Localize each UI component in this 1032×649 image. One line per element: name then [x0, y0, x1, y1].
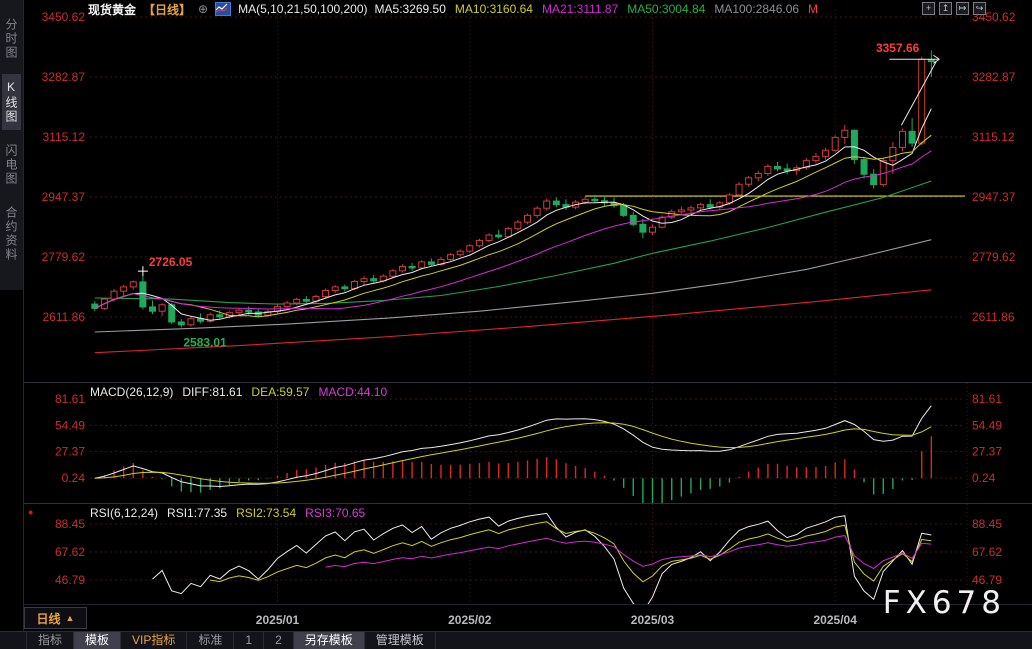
rsi-axis-label-left: 67.62 — [55, 545, 85, 559]
sidebar-item-tab[interactable]: 闪电图 — [2, 138, 21, 192]
ma-legend: MA5:3269.50 MA10:3160.64 MA21:3111.87 MA50:… — [375, 2, 819, 16]
macd-title: MACD(26,12,9) — [90, 385, 173, 399]
date-label: 2025/02 — [448, 613, 491, 627]
ma-legend-value: MA10:3160.64 — [455, 2, 533, 16]
macd-diff-value: DIFF:81.61 — [182, 385, 242, 399]
scale-y-icon[interactable]: ↥ — [939, 2, 952, 15]
macd-header: MACD(26,12,9) DIFF:81.61 DEA:59.57 MACD:… — [90, 385, 387, 399]
y-axis-label-right: 2611.86 — [972, 310, 1015, 324]
toolbar-tab[interactable]: 指标 — [26, 632, 74, 649]
watermark: FX678 — [883, 585, 1006, 621]
toolbar-tab[interactable]: 另存模板 — [294, 632, 365, 649]
ma-legend-value: MA100:2846.06 — [714, 2, 799, 16]
ma-params-label: MA(5,10,21,50,100,200) — [238, 2, 367, 16]
ma-legend-value: MA5:3269.50 — [375, 2, 446, 16]
expand-icon[interactable]: ⊕ — [198, 2, 208, 16]
macd-panel[interactable]: 81.61 81.61 54.49 54.49 27.37 27.37 0.24 0.24 — [24, 383, 1032, 503]
ma-legend-value: MA21:3111.87 — [542, 2, 618, 16]
chart-toolbar-icons: + ↥ ↦ ↪ — [922, 2, 986, 15]
rsi-header: RSI(6,12,24) RSI1:77.35 RSI2:73.54 RSI3:… — [90, 506, 365, 520]
macd-macd-value: MACD:44.10 — [318, 385, 387, 399]
macd-axis-label-right: 81.61 — [972, 392, 1002, 406]
rsi-title: RSI(6,12,24) — [90, 506, 158, 520]
y-axis-label-left: 2779.62 — [42, 250, 86, 264]
price-annotation: 2583.01 — [183, 335, 227, 349]
y-axis-label-left: 3282.87 — [42, 70, 86, 84]
ma-legend-value: M — [808, 2, 818, 16]
macd-axis-label-right: 54.49 — [972, 418, 1002, 432]
chart-type-list: 分时图 K线图闪电图合约资料 — [0, 0, 23, 290]
ma-legend-value: MA50:3004.84 — [627, 2, 705, 16]
toolbar-tab[interactable]: 模板 — [74, 632, 121, 649]
sidebar-item-tab[interactable]: 合约资料 — [2, 200, 21, 268]
rsi-axis-label-left: 88.45 — [55, 517, 85, 531]
y-axis-label-right: 3115.12 — [972, 130, 1015, 144]
rsi2-value: RSI2:73.54 — [236, 506, 296, 520]
y-axis-label-left: 2947.37 — [42, 190, 86, 204]
y-axis-label-right: 2947.37 — [972, 190, 1016, 204]
crosshair-icon[interactable]: + — [922, 2, 935, 15]
y-axis-label-right: 3282.87 — [972, 70, 1016, 84]
chart-type-icon[interactable] — [215, 2, 231, 16]
indicator-dot-icon[interactable]: ● — [28, 507, 33, 517]
scale-x-icon[interactable]: ↦ — [956, 2, 969, 15]
sidebar-item-selected[interactable]: K线图 — [2, 74, 21, 130]
y-axis-label-left: 3450.62 — [42, 10, 86, 24]
date-label: 2025/03 — [631, 613, 674, 627]
macd-axis-label-right: 0.24 — [972, 471, 996, 485]
toolbar-tab[interactable]: 1 — [234, 632, 264, 649]
period-selector[interactable]: 日线 ▲ — [24, 607, 87, 629]
rsi-axis-label-left: 46.79 — [55, 573, 85, 587]
panel-separator[interactable] — [24, 503, 1032, 504]
price-annotation: 2726.05 — [149, 255, 193, 269]
date-label: 2025/01 — [256, 613, 299, 627]
macd-axis-label-left: 54.49 — [55, 418, 85, 432]
macd-dea-value: DEA:59.57 — [251, 385, 309, 399]
y-axis-label-left: 3115.12 — [43, 130, 86, 144]
toolbar-tab[interactable]: VIP指标 — [121, 632, 187, 649]
chart-region: 现货黄金 【日线】 ⊕ MA(5,10,21,50,100,200) MA5:3… — [24, 0, 1032, 649]
toolbar-tab[interactable]: 标准 — [187, 632, 234, 649]
rsi-axis-label-right: 88.45 — [972, 517, 1002, 531]
macd-axis-label-right: 27.37 — [972, 445, 1002, 459]
symbol-name: 现货黄金 — [88, 1, 136, 18]
bottom-toolbar: 指标模板VIP指标标准12另存模板管理模板 — [0, 631, 1032, 649]
price-annotation: 3357.66 — [876, 41, 920, 55]
y-axis-label-left: 2611.86 — [43, 310, 86, 324]
rsi3-value: RSI3:70.65 — [305, 506, 365, 520]
left-sidebar: 分时图 K线图闪电图合约资料 — [0, 0, 24, 649]
sidebar-item-tab[interactable]: 分时图 — [2, 12, 21, 66]
chart-header: 现货黄金 【日线】 ⊕ MA(5,10,21,50,100,200) MA5:3… — [88, 1, 818, 17]
period-selector-label: 日线 — [37, 610, 61, 627]
rsi1-value: RSI1:77.35 — [167, 506, 227, 520]
time-axis: 日线 ▲ 2025/01 2025/02 2025/03 2025/04 — [24, 604, 1032, 631]
pan-right-icon[interactable]: ↪ — [973, 2, 986, 15]
date-label: 2025/04 — [813, 613, 856, 627]
macd-axis-label-left: 81.61 — [55, 392, 85, 406]
chart-application: 分时图 K线图闪电图合约资料 现货黄金 【日线】 ⊕ MA(5,10,21,50,… — [0, 0, 1032, 649]
triangle-up-icon: ▲ — [66, 613, 75, 623]
panel-separator[interactable] — [24, 382, 1032, 383]
macd-axis-label-left: 27.37 — [55, 445, 85, 459]
y-axis-label-right: 2779.62 — [972, 250, 1016, 264]
toolbar-tab[interactable]: 2 — [264, 632, 294, 649]
period-label: 【日线】 — [143, 1, 191, 18]
macd-axis-label-left: 0.24 — [62, 471, 86, 485]
rsi-axis-label-right: 67.62 — [972, 545, 1002, 559]
toolbar-tab[interactable]: 管理模板 — [365, 632, 436, 649]
main-candlestick-chart[interactable]: 3450.623450.623282.873282.873115.123115.… — [24, 0, 1032, 382]
